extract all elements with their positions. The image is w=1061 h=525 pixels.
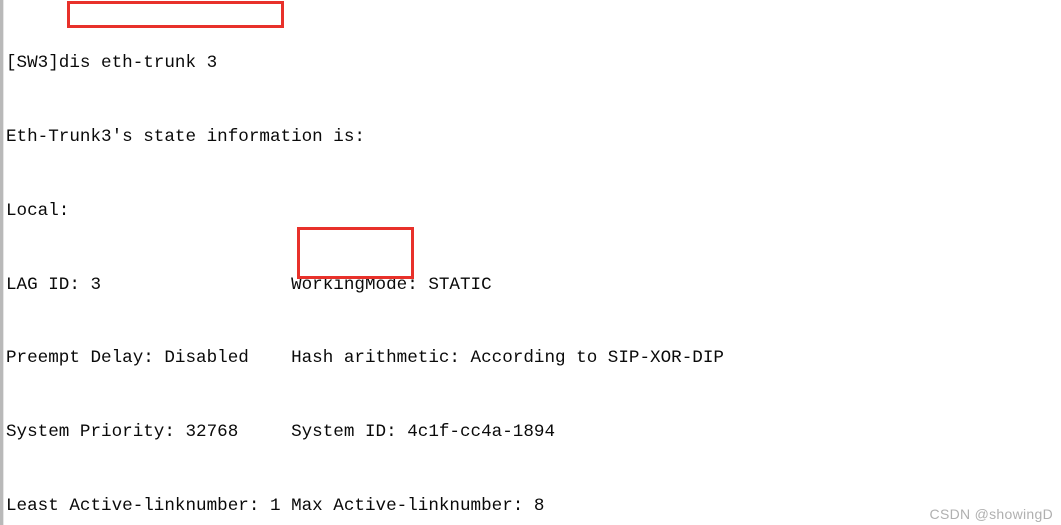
terminal-line-command[interactable]: [SW3]dis eth-trunk 3 xyxy=(6,51,1061,76)
terminal-output[interactable]: [SW3]dis eth-trunk 3 Eth-Trunk3's state … xyxy=(6,2,1061,525)
watermark-label: CSDN @showingD xyxy=(929,506,1053,522)
terminal-screenshot: [SW3]dis eth-trunk 3 Eth-Trunk3's state … xyxy=(0,0,1061,525)
terminal-line-lag-id: LAG ID: 3 WorkingMode: STATIC xyxy=(6,274,492,295)
terminal-line-least-active: Least Active-linknumber: 1 Max Active-li… xyxy=(6,495,545,516)
terminal-line-system-priority: System Priority: 32768 System ID: 4c1f-c… xyxy=(6,422,556,443)
terminal-line-local-label: Local: xyxy=(6,200,70,221)
window-left-border xyxy=(0,0,4,525)
terminal-line-preempt-delay: Preempt Delay: Disabled Hash arithmetic:… xyxy=(6,348,724,369)
terminal-line-title: Eth-Trunk3's state information is: xyxy=(6,126,365,147)
